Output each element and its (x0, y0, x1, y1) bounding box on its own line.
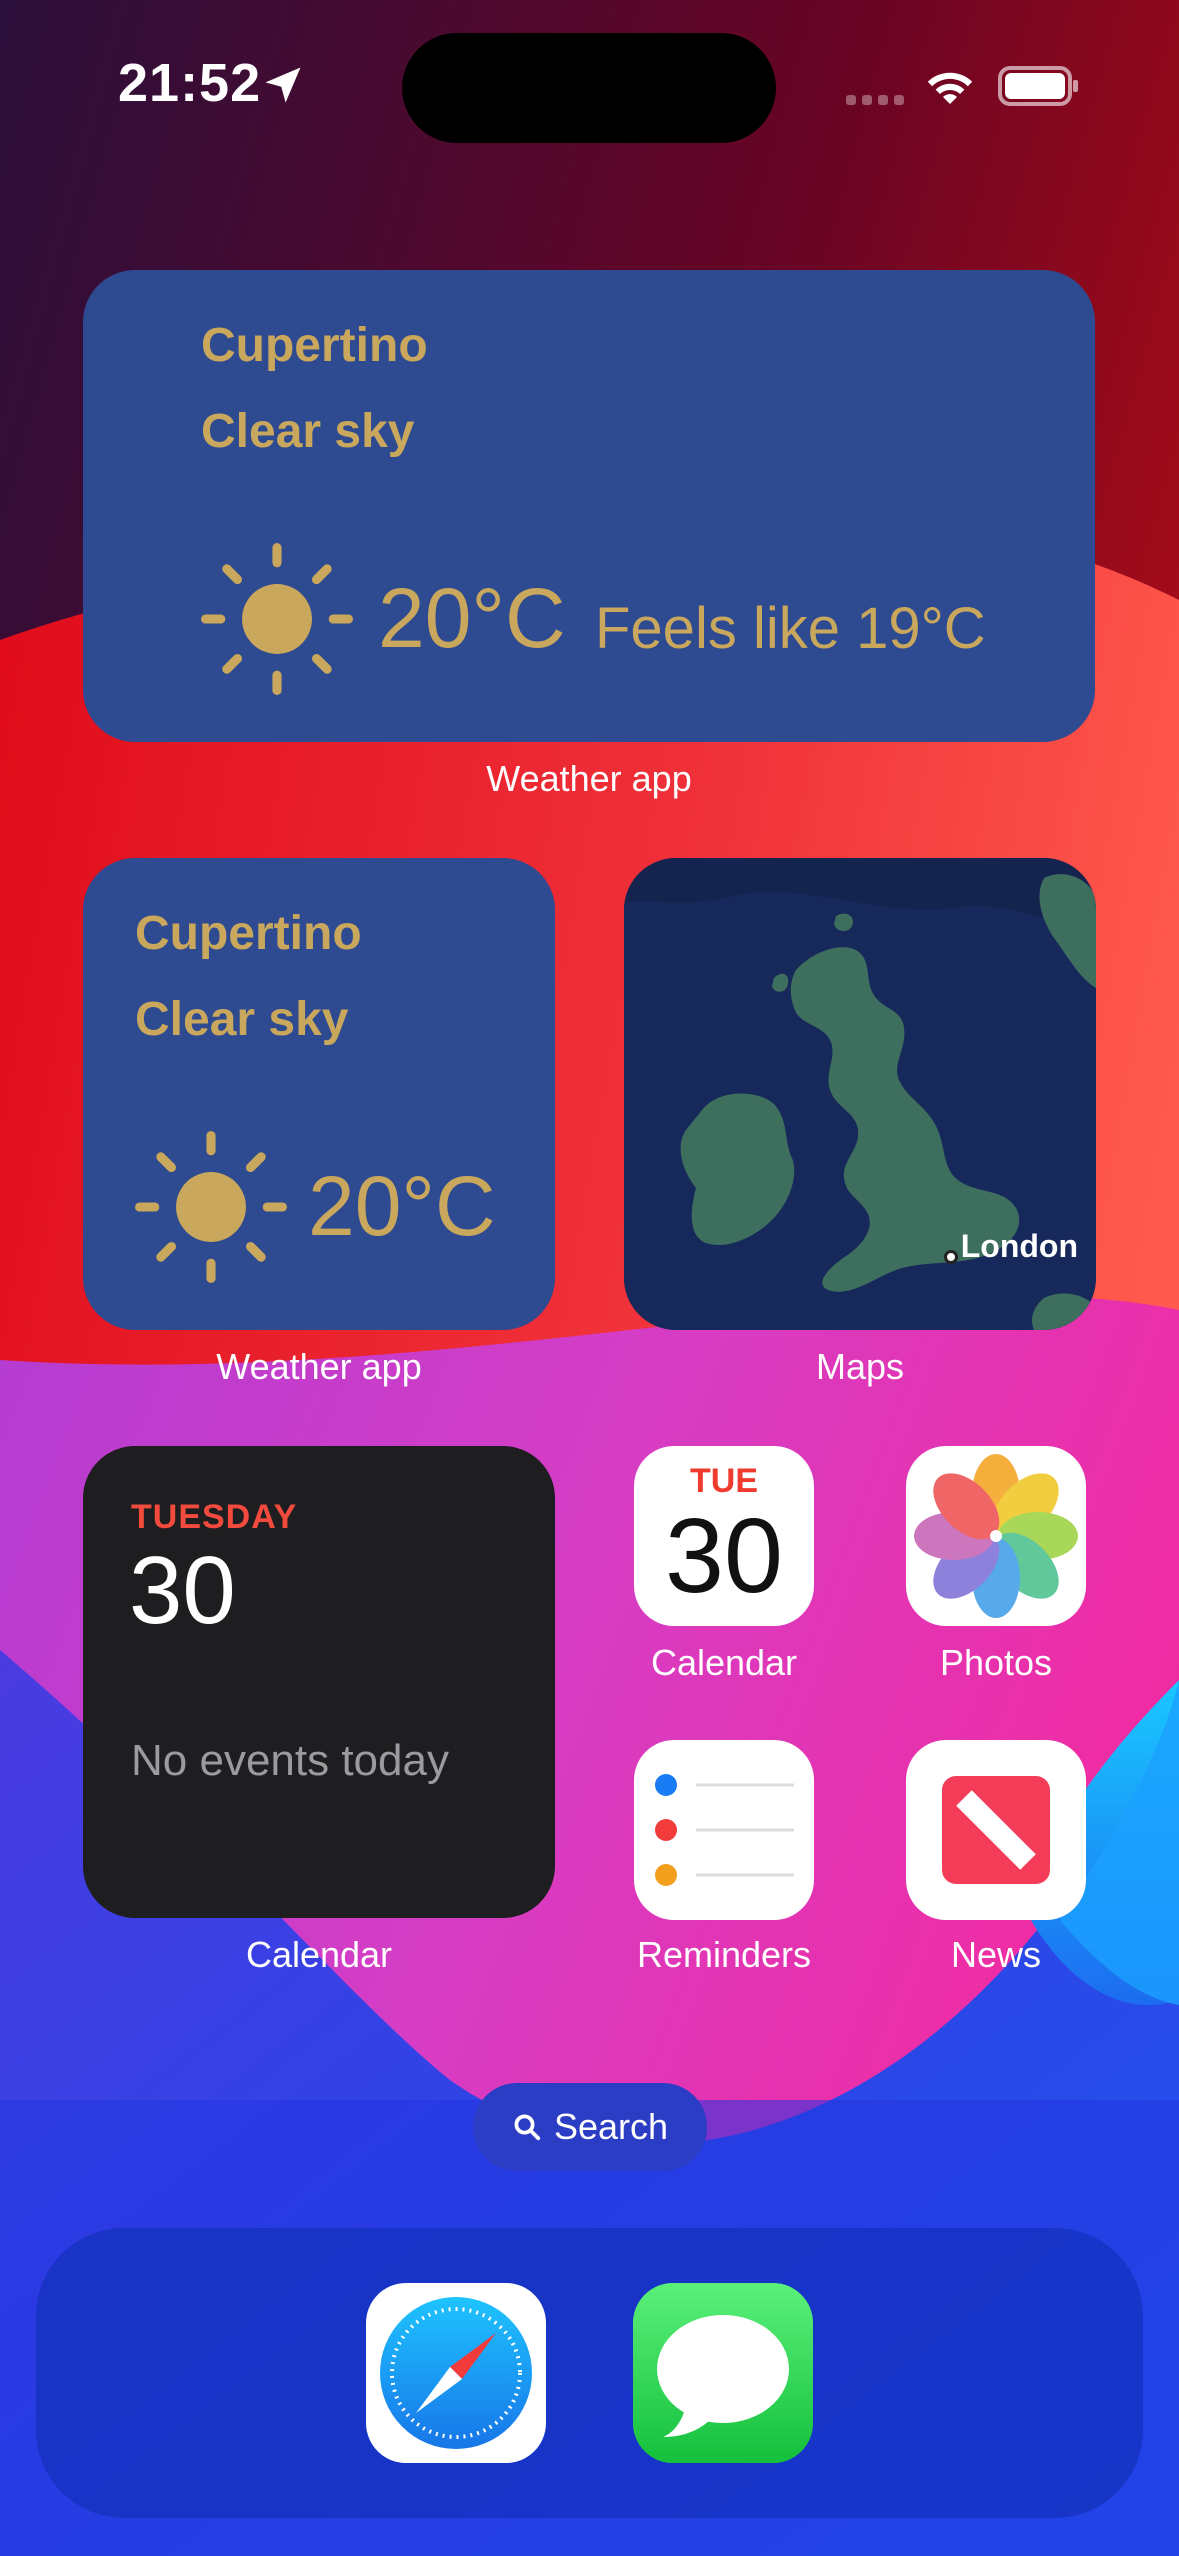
weather-widget-large-label: Weather app (486, 758, 692, 799)
weather-widget-small[interactable]: Cupertino Clear sky 20°C (83, 858, 555, 1330)
calendar-weekday: TUESDAY (131, 1498, 298, 1536)
location-arrow-icon (265, 67, 301, 103)
safari-app-icon[interactable] (366, 2283, 546, 2463)
search-icon (514, 2114, 541, 2141)
photos-flower-icon (914, 1454, 1078, 1618)
weather-feels-like: Feels like 19°C (595, 596, 986, 661)
dynamic-island (402, 33, 776, 143)
safari-icon (380, 2297, 532, 2449)
cellular-signal-icon (846, 92, 910, 110)
maps-widget[interactable]: London (624, 858, 1096, 1330)
weather-condition: Clear sky (201, 405, 415, 458)
calendar-app-label: Calendar (650, 1642, 798, 1683)
status-time: 21:52 (118, 53, 262, 113)
reminders-app-icon[interactable] (634, 1740, 814, 1920)
messages-app-icon[interactable] (633, 2283, 813, 2463)
weather-widget-small-label: Weather app (216, 1346, 422, 1387)
wifi-icon (927, 72, 973, 104)
weather-temperature: 20°C (308, 1159, 496, 1253)
calendar-date: 30 (129, 1537, 236, 1644)
reminders-app-label: Reminders (636, 1934, 812, 1975)
sun-icon (135, 1131, 287, 1283)
weather-city: Cupertino (201, 319, 428, 372)
weather-widget-large[interactable]: Cupertino Clear sky 20°C Feels like 19°C (83, 270, 1095, 742)
news-app-icon[interactable] (906, 1740, 1086, 1920)
weather-temperature: 20°C (378, 571, 566, 665)
search-button[interactable]: Search (473, 2083, 707, 2171)
search-label: Search (553, 2106, 669, 2147)
news-logo-icon (942, 1776, 1050, 1884)
reminders-list-icon (651, 1770, 794, 1886)
status-bar: 21:52 (0, 0, 1179, 170)
photos-app-label: Photos (939, 1642, 1053, 1683)
calendar-app-icon[interactable]: TUE 30 (634, 1446, 814, 1626)
messages-icon (633, 2283, 813, 2463)
sun-icon (201, 543, 353, 695)
london-pin[interactable] (944, 1250, 958, 1264)
battery-icon (998, 66, 1078, 106)
news-app-label: News (950, 1934, 1042, 1975)
weather-condition: Clear sky (135, 993, 349, 1046)
dock (36, 2228, 1143, 2518)
photos-app-icon[interactable] (906, 1446, 1086, 1626)
maps-widget-label: Maps (815, 1346, 905, 1387)
calendar-widget-label: Calendar (245, 1934, 393, 1975)
calendar-empty-text: No events today (131, 1736, 449, 1785)
calendar-widget[interactable]: TUESDAY 30 No events today (83, 1446, 555, 1918)
weather-city: Cupertino (135, 907, 362, 960)
map-place-label: London (960, 1228, 1078, 1264)
calendar-icon-date: 30 (665, 1497, 783, 1615)
